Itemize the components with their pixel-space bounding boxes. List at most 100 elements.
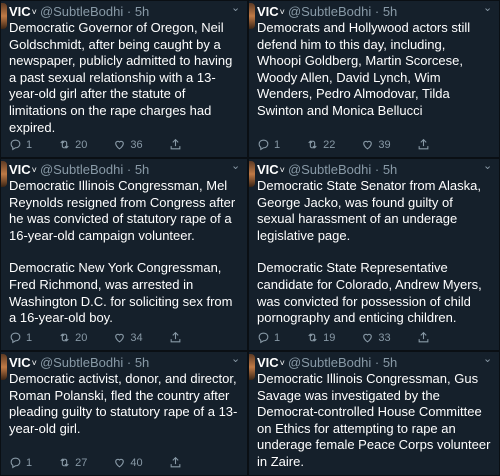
dot-separator: · (123, 161, 135, 177)
chevron-down-icon[interactable]: ⌄ (231, 161, 241, 172)
author-name[interactable]: VIC (9, 4, 31, 20)
timestamp[interactable]: 5h (383, 4, 397, 20)
retweet-button[interactable]: 27 (58, 456, 87, 469)
author-handle[interactable]: @SubtleBodhi (288, 355, 371, 371)
avatar[interactable] (1, 161, 7, 187)
avatar[interactable] (1, 3, 7, 29)
action-bar: 1 20 36 (9, 138, 237, 151)
tweet-text: Democratic Illinois Congressman, Gus Sav… (257, 371, 491, 471)
retweet-count: 20 (75, 138, 88, 151)
avatar[interactable] (1, 354, 7, 380)
chevron-down-icon[interactable]: ⌄ (231, 3, 241, 14)
reply-count: 1 (274, 138, 281, 151)
retweet-count: 19 (323, 331, 336, 344)
retweet-icon (308, 140, 317, 149)
reply-button[interactable]: 1 (257, 138, 280, 151)
like-count: 33 (378, 331, 391, 344)
timestamp[interactable]: 5h (135, 162, 149, 178)
like-count: 36 (130, 138, 143, 151)
timestamp[interactable]: 5h (135, 355, 149, 371)
share-icon (418, 138, 428, 150)
share-button[interactable] (417, 138, 434, 151)
reply-count: 1 (26, 138, 33, 151)
chevron-down-icon[interactable]: ⌄ (231, 354, 241, 365)
reply-button[interactable]: 1 (9, 138, 32, 151)
tweet-header: VIC ˅ @SubtleBodhi · 5h (9, 161, 239, 178)
tweet-card[interactable]: VIC ˅ @SubtleBodhi · 5h ⌄ Democratic Sta… (248, 158, 500, 351)
tweet-paragraph: Democratic Governor of Oregon, Neil Gold… (9, 20, 233, 135)
tweet-card[interactable]: VIC ˅ @SubtleBodhi · 5h ⌄ Democratic Ill… (0, 158, 248, 351)
share-button[interactable] (169, 138, 186, 151)
share-button[interactable] (169, 456, 186, 469)
retweet-button[interactable]: 19 (306, 331, 335, 344)
reply-icon (258, 139, 269, 151)
timestamp[interactable]: 5h (383, 355, 397, 371)
retweet-count: 22 (323, 138, 336, 151)
tweet-text: Democratic Governor of Oregon, Neil Gold… (9, 20, 239, 136)
share-button[interactable] (169, 331, 186, 344)
timestamp[interactable]: 5h (135, 4, 149, 20)
verified-icon: ˅ (31, 357, 37, 368)
heart-icon (115, 333, 125, 343)
chevron-down-icon[interactable]: ⌄ (483, 161, 493, 172)
tweet-text: Democrats and Hollywood actors still def… (257, 20, 491, 120)
reply-button[interactable]: 1 (9, 331, 32, 344)
heart-icon (115, 458, 125, 468)
author-handle[interactable]: @SubtleBodhi (288, 4, 371, 20)
author-handle[interactable]: @SubtleBodhi (40, 4, 123, 20)
avatar[interactable] (249, 354, 255, 380)
tweet-paragraph: Democratic State Senator from Alaska, Ge… (257, 178, 481, 243)
author-name[interactable]: VIC (257, 355, 279, 371)
retweet-button[interactable]: 22 (306, 138, 335, 151)
author-name[interactable]: VIC (257, 162, 279, 178)
tweet-paragraph: Democratic New York Congressman, Fred Ri… (9, 260, 233, 326)
dot-separator: · (371, 161, 383, 177)
tweet-header: VIC ˅ @SubtleBodhi · 5h (257, 354, 491, 371)
tweet-header: VIC ˅ @SubtleBodhi · 5h (9, 3, 239, 20)
chevron-down-icon[interactable]: ⌄ (483, 354, 493, 365)
author-name[interactable]: VIC (9, 355, 31, 371)
retweet-button[interactable]: 20 (58, 331, 87, 344)
timestamp[interactable]: 5h (383, 162, 397, 178)
heart-icon (115, 140, 125, 150)
tweet-paragraph: Democrats and Hollywood actors still def… (257, 20, 471, 118)
tweet-card[interactable]: VIC ˅ @SubtleBodhi · 5h ⌄ Democratic act… (0, 351, 248, 476)
retweet-button[interactable]: 20 (58, 138, 87, 151)
action-bar: 1 22 39 (257, 138, 489, 151)
like-button[interactable]: 34 (113, 331, 143, 344)
author-handle[interactable]: @SubtleBodhi (40, 162, 123, 178)
avatar[interactable] (249, 161, 255, 187)
avatar[interactable] (249, 3, 255, 29)
author-name[interactable]: VIC (257, 4, 279, 20)
tweet-paragraph: Democratic Illinois Congressman, Gus Sav… (257, 371, 491, 469)
like-count: 40 (130, 456, 143, 469)
tweet-header: VIC ˅ @SubtleBodhi · 5h (257, 3, 491, 20)
like-button[interactable]: 39 (361, 138, 391, 151)
reply-count: 1 (274, 331, 281, 344)
retweet-icon (60, 458, 69, 467)
heart-icon (363, 140, 373, 150)
like-button[interactable]: 40 (113, 456, 143, 469)
tweet-paragraph: Democratic Illinois Congressman, Mel Rey… (9, 178, 236, 243)
author-handle[interactable]: @SubtleBodhi (40, 355, 123, 371)
tweet-card[interactable]: VIC ˅ @SubtleBodhi · 5h ⌄ Democratic Ill… (248, 351, 500, 476)
reply-icon (10, 332, 21, 344)
reply-icon (258, 332, 269, 344)
author-handle[interactable]: @SubtleBodhi (288, 162, 371, 178)
reply-button[interactable]: 1 (257, 331, 280, 344)
dot-separator: · (123, 3, 135, 19)
retweet-count: 20 (75, 331, 88, 344)
tweet-card[interactable]: VIC ˅ @SubtleBodhi · 5h ⌄ Democrats and … (248, 0, 500, 158)
share-button[interactable] (417, 331, 434, 344)
verified-icon: ˅ (279, 357, 285, 368)
verified-icon: ˅ (31, 164, 37, 175)
tweet-card[interactable]: VIC ˅ @SubtleBodhi · 5h ⌄ Democratic Gov… (0, 0, 248, 158)
author-name[interactable]: VIC (9, 162, 31, 178)
like-button[interactable]: 36 (113, 138, 143, 151)
reply-button[interactable]: 1 (9, 456, 32, 469)
tweet-text: Democratic Illinois Congressman, Mel Rey… (9, 178, 239, 327)
retweet-count: 27 (75, 456, 88, 469)
chevron-down-icon[interactable]: ⌄ (483, 3, 493, 14)
tweet-grid: VIC ˅ @SubtleBodhi · 5h ⌄ Democratic Gov… (0, 0, 500, 476)
like-button[interactable]: 33 (361, 331, 391, 344)
